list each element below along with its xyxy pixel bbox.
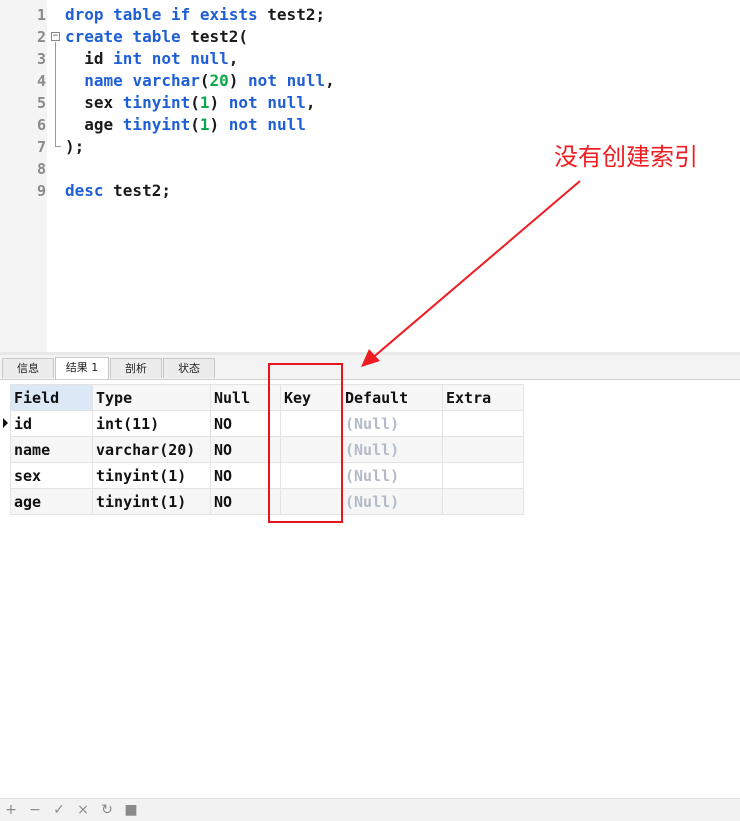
check-icon[interactable]: ✓ [50, 799, 68, 821]
annotation-arrow [361, 180, 581, 367]
annotation-text: 没有创建索引 [554, 143, 698, 171]
plus-icon[interactable]: + [2, 799, 20, 821]
minus-icon[interactable]: − [26, 799, 44, 821]
cross-icon[interactable]: × [74, 799, 92, 821]
grid-toolbar: + − ✓ × ↻ ■ [0, 798, 740, 821]
stop-icon[interactable]: ■ [122, 799, 140, 821]
refresh-icon[interactable]: ↻ [98, 799, 116, 821]
